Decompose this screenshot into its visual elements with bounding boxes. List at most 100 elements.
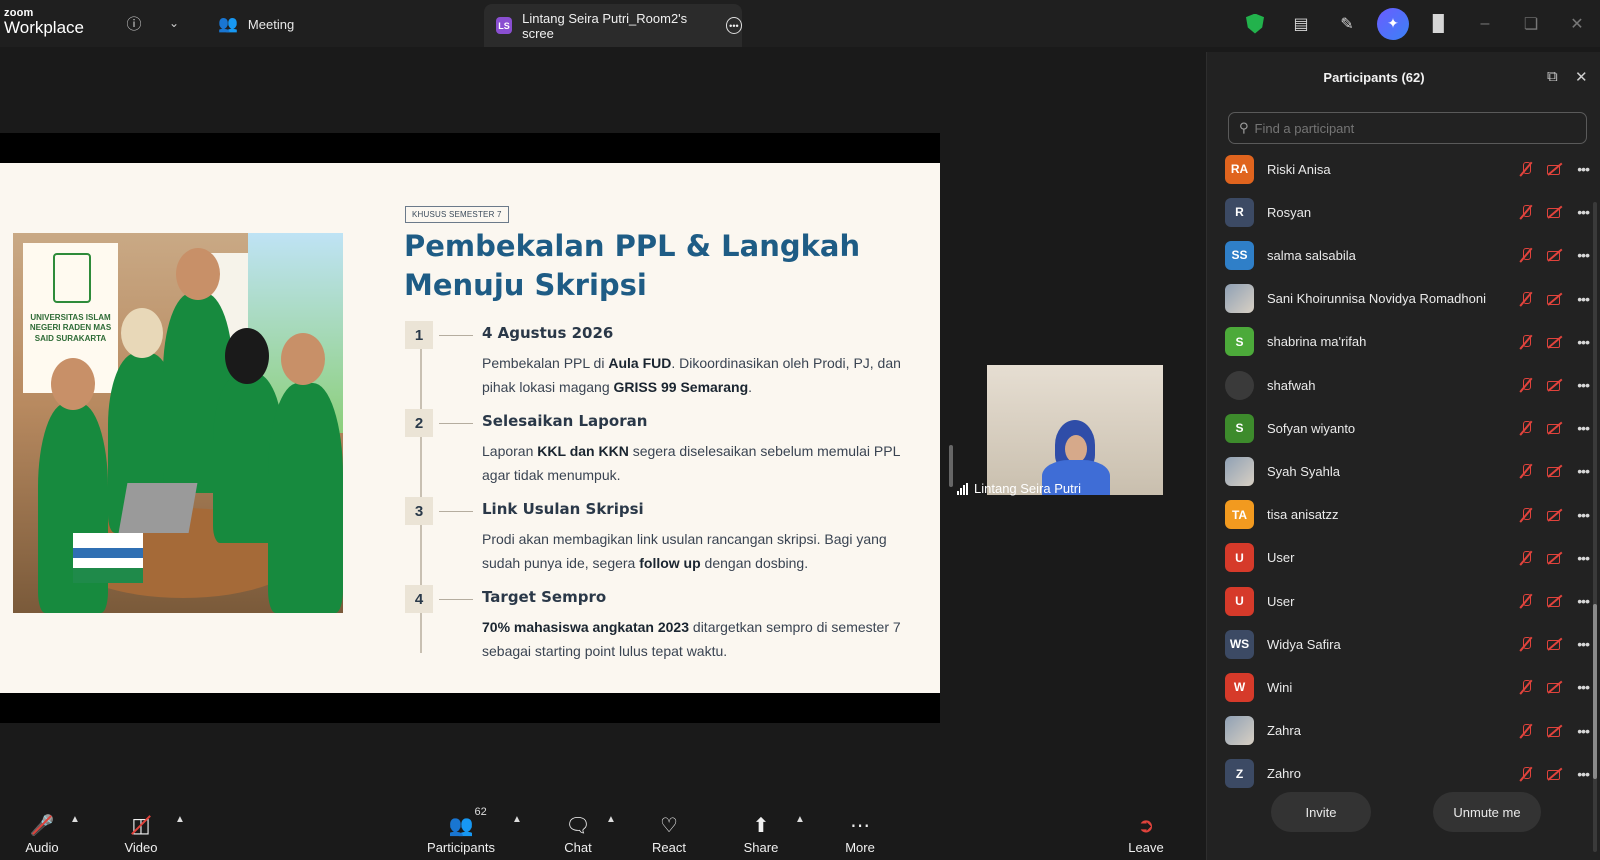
participant-more-icon[interactable]: ••• <box>1577 636 1590 652</box>
participant-more-icon[interactable]: ••• <box>1577 679 1590 695</box>
participant-row[interactable]: R Rosyan ••• <box>1225 192 1591 232</box>
chat-button[interactable]: 🗨 Chat <box>560 799 596 860</box>
apps-icon[interactable]: ▉ <box>1416 0 1462 47</box>
participant-row[interactable]: shafwah ••• <box>1225 365 1591 405</box>
participant-row[interactable]: WS Widya Safira ••• <box>1225 624 1591 664</box>
tab-avatar-badge: LS <box>496 17 513 34</box>
participant-row[interactable]: W Wini ••• <box>1225 667 1591 707</box>
leave-button[interactable]: ➲ Leave <box>1126 799 1166 860</box>
title-bar: zoom Workplace ⓘ ⌄ 👥 Meeting LS Lintang … <box>0 0 1600 47</box>
mic-muted-icon <box>1519 161 1533 177</box>
participant-more-icon[interactable]: ••• <box>1577 161 1590 177</box>
mic-muted-icon <box>1519 204 1533 220</box>
step-number: 3 <box>405 497 433 525</box>
participant-count: 62 <box>474 806 487 818</box>
more-button[interactable]: ⋯ More <box>840 799 880 860</box>
video-options-caret[interactable]: ▲ <box>175 814 185 825</box>
participant-row[interactable]: SS salma salsabila ••• <box>1225 235 1591 275</box>
participant-status-icons: ••• <box>1519 204 1591 220</box>
panel-scroll-thumb[interactable] <box>1593 604 1597 779</box>
meeting-toolbar: 🎤 Audio ▲ ◫ Video ▲ 👥62 Participants ▲ 🗨… <box>0 799 1192 860</box>
avatar <box>1225 716 1254 746</box>
panel-title: Participants (62) <box>1323 70 1425 85</box>
info-icon[interactable]: ⓘ <box>123 12 145 34</box>
audio-options-caret[interactable]: ▲ <box>70 814 80 825</box>
participant-name: Zahro <box>1267 766 1301 782</box>
participant-more-icon[interactable]: ••• <box>1577 507 1590 523</box>
participant-row[interactable]: Zahra ••• <box>1225 711 1591 751</box>
participant-name: Syah Syahla <box>1267 463 1340 479</box>
mic-muted-icon <box>1519 291 1533 307</box>
avatar: RA <box>1225 154 1254 184</box>
participant-status-icons: ••• <box>1519 161 1591 177</box>
avatar: S <box>1225 327 1254 357</box>
participants-button[interactable]: 👥 62 Participants <box>425 799 497 860</box>
restore-icon[interactable]: ❏ <box>1508 0 1554 47</box>
notes-icon[interactable]: ▤ <box>1278 0 1324 47</box>
annotate-icon[interactable]: ✎ <box>1324 0 1370 47</box>
participant-row[interactable]: U User ••• <box>1225 581 1591 621</box>
participant-row[interactable]: Sshabrina ma'rifah ••• <box>1225 322 1591 362</box>
meeting-tab[interactable]: 👥 Meeting <box>218 14 294 34</box>
presentation-slide: UNIVERSITAS ISLAM NEGERI RADEN MAS SAID … <box>0 163 940 693</box>
ai-companion-button[interactable]: ✦ <box>1370 0 1416 47</box>
invite-button[interactable]: Invite <box>1271 792 1371 832</box>
close-panel-icon[interactable]: ✕ <box>1575 68 1588 86</box>
participant-more-icon[interactable]: ••• <box>1577 291 1590 307</box>
participant-row[interactable]: RA Riski Anisa ••• <box>1225 149 1591 189</box>
participant-row[interactable]: Syah Syahla ••• <box>1225 451 1591 491</box>
screen-share-tab[interactable]: LS Lintang Seira Putri_Room2's scree ••• <box>484 4 742 47</box>
video-off-icon <box>1547 768 1563 780</box>
mic-muted-icon <box>1519 507 1533 523</box>
participant-status-icons: ••• <box>1519 766 1591 782</box>
panel-splitter-handle[interactable] <box>949 445 953 487</box>
minimize-icon[interactable]: – <box>1462 0 1508 47</box>
participant-video-tile[interactable] <box>987 365 1163 495</box>
video-off-icon <box>1547 509 1563 521</box>
participant-status-icons: ••• <box>1519 636 1591 652</box>
search-input[interactable] <box>1254 120 1555 136</box>
participant-more-icon[interactable]: ••• <box>1577 593 1590 609</box>
share-options-caret[interactable]: ▲ <box>795 814 805 825</box>
participant-more-icon[interactable]: ••• <box>1577 377 1590 393</box>
video-tile-name-label: Lintang Seira Putri <box>974 481 1081 496</box>
mic-muted-icon <box>1519 679 1533 695</box>
popout-icon[interactable]: ⧉ <box>1547 68 1558 85</box>
participant-row[interactable]: TA tisa anisatzz ••• <box>1225 495 1591 535</box>
participant-more-icon[interactable]: ••• <box>1577 463 1590 479</box>
participant-row[interactable]: Sani Khoirunnisa Novidya Romadhoni ••• <box>1225 279 1591 319</box>
more-circle-icon[interactable]: ••• <box>725 17 742 34</box>
chat-options-caret[interactable]: ▲ <box>606 814 616 825</box>
participant-status-icons: ••• <box>1519 550 1591 566</box>
video-button[interactable]: ◫ Video <box>119 799 163 860</box>
participant-more-icon[interactable]: ••• <box>1577 247 1590 263</box>
slide-title-line1: Pembekalan PPL & Langkah <box>404 229 861 263</box>
banner-text: UNIVERSITAS ISLAM NEGERI RADEN MAS SAID … <box>29 313 112 343</box>
participant-row[interactable]: U User ••• <box>1225 538 1591 578</box>
participant-more-icon[interactable]: ••• <box>1577 723 1590 739</box>
react-button[interactable]: ♡ React <box>649 799 689 860</box>
video-off-icon <box>1547 206 1563 219</box>
unmute-me-button[interactable]: Unmute me <box>1433 792 1541 832</box>
video-off-icon <box>1547 249 1563 262</box>
participant-name: User <box>1267 550 1295 566</box>
participant-more-icon[interactable]: ••• <box>1577 334 1590 350</box>
share-button[interactable]: ⬆ Share <box>741 799 781 860</box>
participant-more-icon[interactable]: ••• <box>1577 550 1590 566</box>
audio-label: Audio <box>25 840 59 855</box>
participant-more-icon[interactable]: ••• <box>1577 766 1590 782</box>
illustration-laptop <box>118 483 198 533</box>
participant-more-icon[interactable]: ••• <box>1577 204 1590 220</box>
security-button[interactable] <box>1232 0 1278 47</box>
participant-row[interactable]: S Sofyan wiyanto ••• <box>1225 408 1591 448</box>
chevron-down-icon[interactable]: ⌄ <box>163 12 185 34</box>
participant-more-icon[interactable]: ••• <box>1577 420 1590 436</box>
participant-row[interactable]: Z Zahro ••• <box>1225 754 1591 794</box>
signal-strength-icon <box>957 482 968 495</box>
participant-search[interactable]: ⚲ <box>1228 112 1587 144</box>
close-icon[interactable]: ✕ <box>1554 0 1600 47</box>
participant-status-icons: ••• <box>1519 334 1591 350</box>
avatar: TA <box>1225 500 1254 530</box>
audio-button[interactable]: 🎤 Audio <box>22 799 62 860</box>
participants-options-caret[interactable]: ▲ <box>512 814 522 825</box>
